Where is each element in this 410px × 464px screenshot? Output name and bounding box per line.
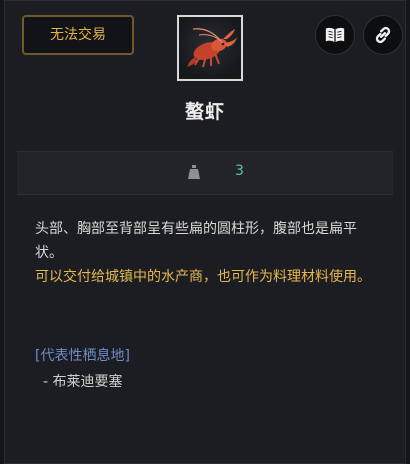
description-text: 头部、胸部至背部呈有些扁的圆柱形，腹部也是扁平状。	[35, 221, 357, 261]
book-icon	[325, 27, 345, 43]
weight-icon	[188, 165, 200, 179]
crayfish-icon	[187, 28, 237, 68]
item-icon-frame	[177, 15, 243, 81]
link-icon	[375, 26, 391, 44]
description-highlight: 可以交付给城镇中的水产商，也可作为料理材料使用。	[35, 269, 371, 285]
item-description: 头部、胸部至背部呈有些扁的圆柱形，腹部也是扁平状。 可以交付给城镇中的水产商，也…	[35, 217, 379, 289]
encyclopedia-button[interactable]	[315, 15, 355, 55]
link-item-button[interactable]	[363, 15, 403, 55]
item-tooltip-panel: 无法交易 螯虾 3 头部、胸部至背部呈有些扁的圆柱形，腹部也是扁平状。 可以交付…	[4, 0, 406, 464]
habitat-location: - 布莱迪要塞	[43, 374, 123, 390]
item-weight-value: 3	[235, 163, 244, 179]
item-stats-bar: 3	[17, 151, 393, 195]
habitat-heading: [代表性栖息地]	[35, 348, 130, 364]
item-name: 螯虾	[184, 101, 225, 123]
untradeable-badge: 无法交易	[22, 15, 134, 55]
